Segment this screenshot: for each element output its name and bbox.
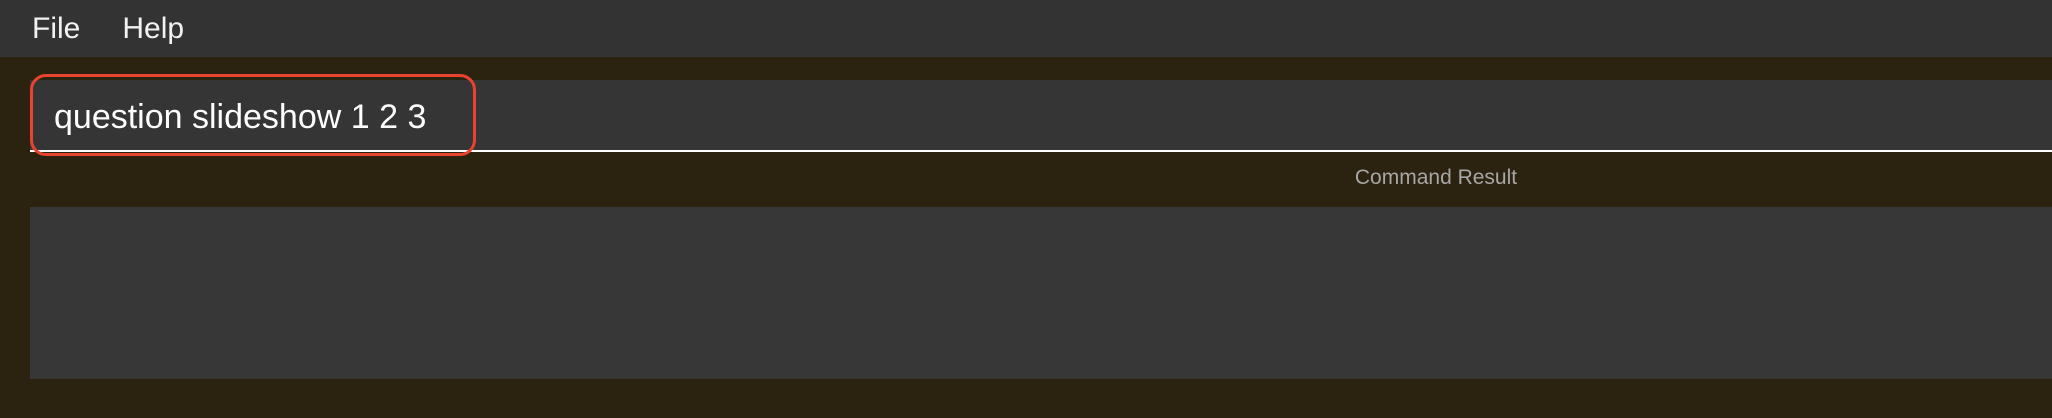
menu-help[interactable]: Help <box>122 13 184 44</box>
command-result-label: Command Result <box>1354 166 1518 189</box>
command-input[interactable] <box>30 80 2052 150</box>
command-result-display <box>30 207 2052 379</box>
command-box <box>30 74 2052 156</box>
app-window: File Help Command Result <box>0 0 2052 418</box>
menu-bar: File Help <box>0 0 2052 57</box>
menu-file[interactable]: File <box>32 13 80 44</box>
